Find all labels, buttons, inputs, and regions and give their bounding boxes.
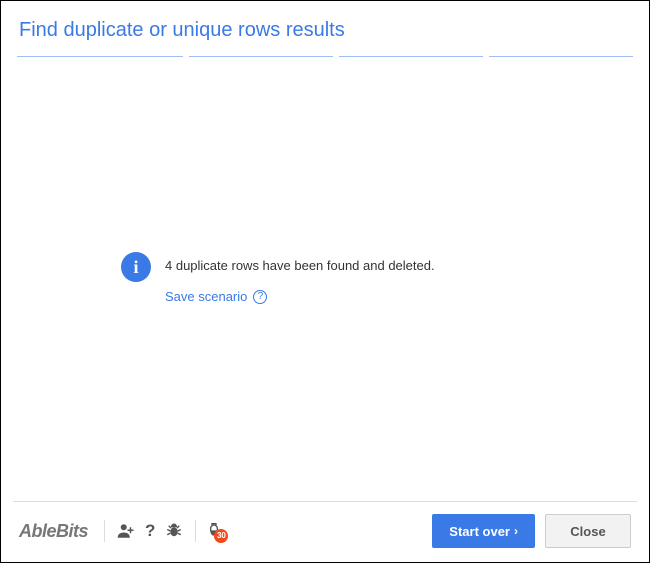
main-content: i 4 duplicate rows have been found and d… <box>13 57 637 501</box>
divider <box>195 520 196 542</box>
chevron-right-icon: › <box>514 524 518 538</box>
bug-icon[interactable] <box>165 522 183 540</box>
notifications-badge: 30 <box>214 529 228 543</box>
footer-icon-group: ? <box>115 521 185 541</box>
close-button[interactable]: Close <box>545 514 631 548</box>
save-scenario-label: Save scenario <box>165 289 247 304</box>
user-add-icon[interactable] <box>117 522 135 540</box>
result-message: 4 duplicate rows have been found and del… <box>165 254 435 273</box>
page-title: Find duplicate or unique rows results <box>13 9 637 56</box>
notifications-icon[interactable]: 30 <box>206 522 222 540</box>
result-text-group: 4 duplicate rows have been found and del… <box>165 254 435 304</box>
help-icon[interactable]: ? <box>253 290 267 304</box>
divider <box>104 520 105 542</box>
start-over-label: Start over <box>449 524 510 539</box>
brand-logo: AbleBits <box>19 521 94 542</box>
close-label: Close <box>570 524 605 539</box>
save-scenario-link[interactable]: Save scenario ? <box>165 289 435 304</box>
help-footer-icon[interactable]: ? <box>145 521 155 541</box>
info-icon: i <box>121 252 151 282</box>
result-block: i 4 duplicate rows have been found and d… <box>121 254 435 304</box>
footer-bar: AbleBits ? 30 Start over › Close <box>13 501 637 554</box>
start-over-button[interactable]: Start over › <box>432 514 535 548</box>
info-letter: i <box>133 258 138 276</box>
